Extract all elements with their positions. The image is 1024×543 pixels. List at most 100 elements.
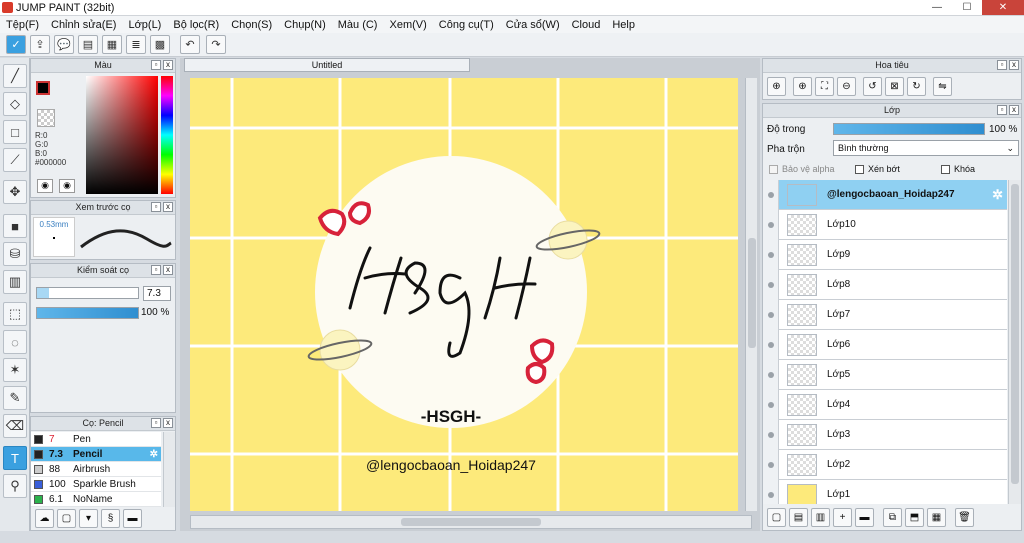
brush-menu-icon[interactable]: ▾	[79, 509, 98, 528]
rect-select-tool-icon[interactable]: ⬚	[3, 302, 27, 326]
menu-file[interactable]: Tệp(F)	[0, 19, 45, 31]
cloud-sync-icon[interactable]: ✓	[6, 35, 26, 54]
menu-select[interactable]: Chọn(S)	[225, 19, 278, 31]
new-8bit-layer-icon[interactable]: ▥	[811, 508, 830, 527]
brush-size-input[interactable]: 7.3	[143, 286, 171, 301]
layer-row[interactable]: Lớp7	[763, 299, 1007, 330]
zoom-plus-icon[interactable]: ⊕	[793, 77, 812, 96]
panel-close-icon[interactable]: x	[163, 265, 173, 275]
layer-visibility-icon[interactable]	[763, 479, 779, 504]
lock-checkbox[interactable]	[941, 164, 950, 174]
share-icon[interactable]: ⇪	[30, 35, 50, 54]
new-brush-icon[interactable]: ▢	[57, 509, 76, 528]
menu-view[interactable]: Xem(V)	[383, 19, 432, 31]
document-tab[interactable]: Untitled	[184, 58, 470, 72]
rotate-left-icon[interactable]: ↺	[863, 77, 882, 96]
brush-item-pen[interactable]: 7 Pen	[31, 432, 161, 447]
layer-visibility-icon[interactable]	[763, 419, 779, 450]
float-icon[interactable]: ▫	[997, 105, 1007, 115]
layer-row[interactable]: Lớp1	[763, 479, 1007, 504]
menu-cloud[interactable]: Cloud	[566, 19, 607, 31]
layer-row[interactable]: Lớp10	[763, 209, 1007, 240]
layer-visibility-icon[interactable]	[763, 239, 779, 270]
canvas-horizontal-scrollbar[interactable]	[190, 515, 752, 529]
panel-close-icon[interactable]: x	[1009, 105, 1019, 115]
brush-item-airbrush[interactable]: 88 Airbrush	[31, 462, 161, 477]
brush-cloud-icon[interactable]: ☁	[35, 509, 54, 528]
canvas-vertical-scrollbar[interactable]	[745, 78, 757, 511]
layer-visibility-icon[interactable]	[763, 449, 779, 480]
brush-item-sparkle[interactable]: 100 Sparkle Brush	[31, 477, 161, 492]
text-tool-icon[interactable]: T	[3, 446, 27, 470]
panel-close-icon[interactable]: x	[163, 202, 173, 212]
brush-folder-icon[interactable]: ▬	[123, 509, 142, 528]
layer-visibility-icon[interactable]	[763, 299, 779, 330]
layer-visibility-icon[interactable]	[763, 269, 779, 300]
undo-icon[interactable]: ↶	[180, 35, 200, 54]
layer-settings-icon[interactable]: ▦	[927, 508, 946, 527]
zoom-in-icon[interactable]: ⊕	[767, 77, 786, 96]
layer-visibility-icon[interactable]	[763, 389, 779, 420]
hue-slider[interactable]	[161, 76, 173, 194]
list-icon[interactable]: ≣	[126, 35, 146, 54]
rectangle-tool-icon[interactable]: □	[3, 120, 27, 144]
menu-layer[interactable]: Lớp(L)	[122, 19, 167, 31]
saturation-value-picker[interactable]	[86, 76, 158, 194]
layer-visibility-icon[interactable]	[763, 329, 779, 360]
menu-color[interactable]: Màu (C)	[332, 19, 384, 31]
delete-layer-icon[interactable]: 🗑	[955, 508, 974, 527]
layer-visibility-icon[interactable]	[763, 209, 779, 240]
brush-tool-icon[interactable]: ╱	[3, 64, 27, 88]
bucket-tool-icon[interactable]: ⛁	[3, 242, 27, 266]
menu-edit[interactable]: Chỉnh sửa(E)	[45, 19, 122, 31]
float-icon[interactable]: ▫	[151, 202, 161, 212]
brush-list-scrollbar[interactable]	[163, 432, 175, 507]
layer-row[interactable]: @lengocbaoan_Hoidap247 ✲	[763, 180, 1007, 210]
menu-window[interactable]: Cửa sổ(W)	[500, 19, 566, 31]
lasso-tool-icon[interactable]: ◌	[3, 330, 27, 354]
drawing-canvas[interactable]: -HSGH- @lengocbaoan_Hoidap247	[190, 78, 738, 511]
close-button[interactable]: ✕	[982, 0, 1024, 15]
menu-help[interactable]: Help	[606, 19, 641, 31]
brush-file-icon[interactable]: §	[101, 509, 120, 528]
layer-folder-icon[interactable]: ▬	[855, 508, 874, 527]
layer-settings-gear-icon[interactable]: ✲	[992, 187, 1003, 203]
eraser-tool-icon[interactable]: ◇	[3, 92, 27, 116]
menu-filter[interactable]: Bộ lọc(R)	[167, 19, 225, 31]
layer-opacity-slider[interactable]	[833, 123, 985, 135]
fill-rect-tool-icon[interactable]: ■	[3, 214, 27, 238]
float-icon[interactable]: ▫	[997, 60, 1007, 70]
transparent-color-swatch[interactable]	[37, 109, 55, 127]
float-icon[interactable]: ▫	[151, 265, 161, 275]
float-icon[interactable]: ▫	[151, 60, 161, 70]
gradient-tool-icon[interactable]: ▥	[3, 270, 27, 294]
eyedropper-tool-icon[interactable]: ⚲	[3, 474, 27, 498]
redo-icon[interactable]: ↷	[206, 35, 226, 54]
minimize-button[interactable]: —	[922, 0, 952, 15]
menu-tools[interactable]: Công cụ(T)	[433, 19, 500, 31]
layer-list-scrollbar[interactable]	[1008, 180, 1021, 504]
layer-row[interactable]: Lớp4	[763, 389, 1007, 420]
zoom-out-icon[interactable]: ⊖	[837, 77, 856, 96]
brush-item-pencil[interactable]: 7.3 Pencil ✲	[31, 447, 161, 462]
select-pen-tool-icon[interactable]: ✎	[3, 386, 27, 410]
foreground-color-swatch[interactable]	[36, 81, 50, 95]
new-layer-icon[interactable]: ▢	[767, 508, 786, 527]
blend-mode-select[interactable]: Bình thường ⌄	[833, 140, 1019, 156]
layer-row[interactable]: Lớp2	[763, 449, 1007, 480]
flip-icon[interactable]: ⇋	[933, 77, 952, 96]
layer-visibility-icon[interactable]	[763, 180, 779, 210]
fit-screen-icon[interactable]: ⛶	[815, 77, 834, 96]
duplicate-layer-icon[interactable]: ⧉	[883, 508, 902, 527]
brush-size-slider[interactable]	[36, 287, 139, 299]
select-eraser-tool-icon[interactable]: ⌫	[3, 414, 27, 438]
brush-item-noname[interactable]: 6.1 NoName	[31, 492, 161, 507]
layer-row[interactable]: Lớp9	[763, 239, 1007, 270]
document-icon[interactable]: ▦	[102, 35, 122, 54]
palette-settings-icon[interactable]: ◉	[59, 179, 75, 193]
float-icon[interactable]: ▫	[151, 418, 161, 428]
add-layer-menu-icon[interactable]: +	[833, 508, 852, 527]
layer-row[interactable]: Lớp5	[763, 359, 1007, 390]
palette-icon[interactable]: ◉	[37, 179, 53, 193]
merge-layer-icon[interactable]: ⬒	[905, 508, 924, 527]
